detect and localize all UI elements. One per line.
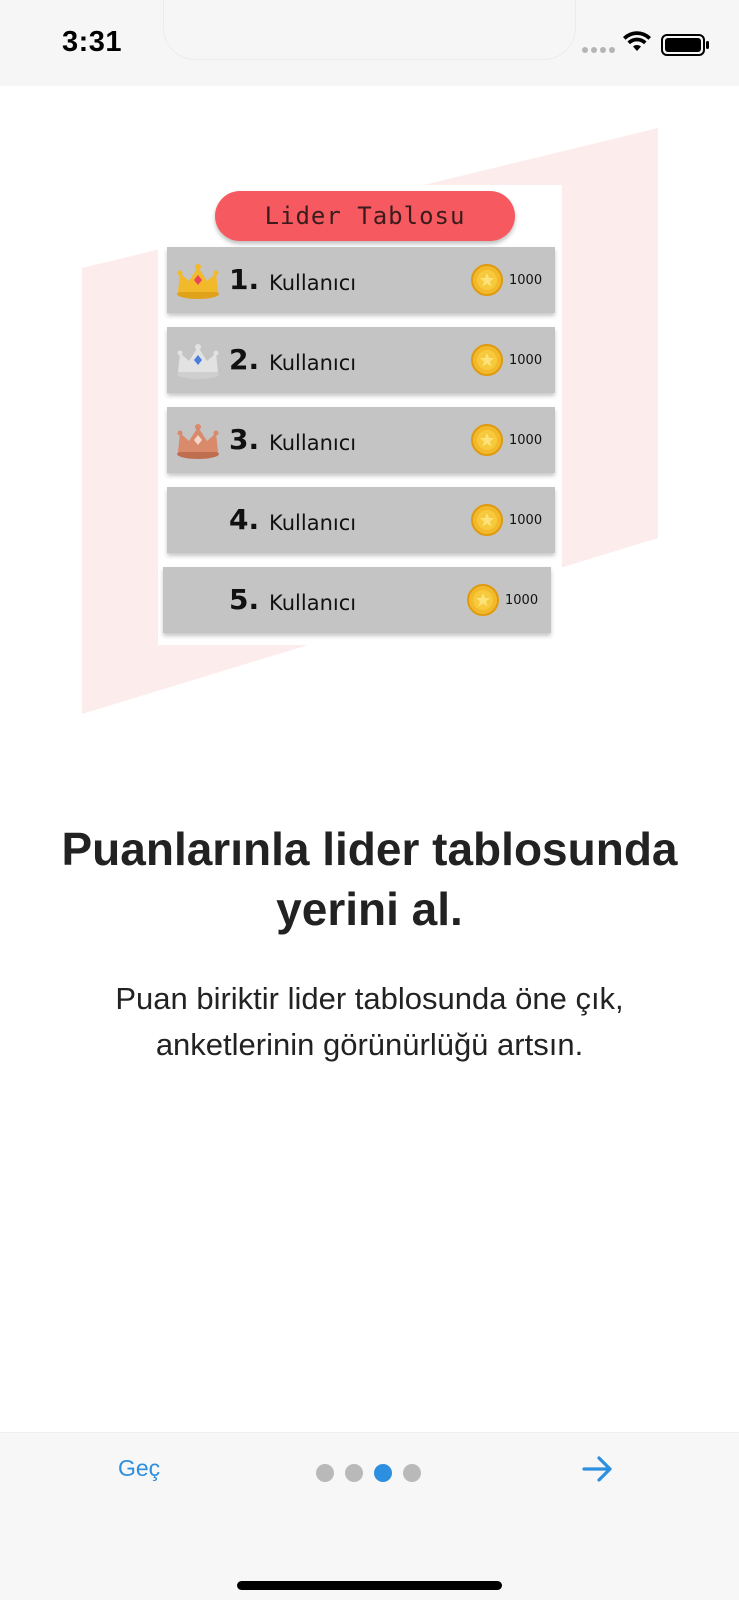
status-bar: 3:31: [0, 0, 739, 86]
user-name: Kullanıcı: [269, 271, 357, 295]
cellular-signal-icon: [582, 47, 615, 53]
leaderboard-illustration: Lider Tablosu 1. Kullanıcı 1000 2. Kulla…: [0, 86, 739, 726]
skip-button[interactable]: Geç: [118, 1455, 160, 1482]
page-dot[interactable]: [345, 1464, 363, 1482]
rank-number: 5.: [229, 583, 260, 616]
coin-icon: [471, 504, 503, 536]
page-dot-active[interactable]: [374, 1464, 392, 1482]
onboarding-headline: Puanlarınla lider tablosunda yerini al.: [61, 823, 678, 935]
page-dot[interactable]: [403, 1464, 421, 1482]
coin-icon: [471, 424, 503, 456]
score-value: 1000: [509, 273, 543, 288]
rank-number: 4.: [229, 503, 260, 536]
rank-number: 3.: [229, 423, 260, 456]
score-value: 1000: [509, 433, 543, 448]
onboarding-page: Lider Tablosu 1. Kullanıcı 1000 2. Kulla…: [0, 86, 739, 1432]
arrow-right-icon[interactable]: [580, 1451, 616, 1487]
home-indicator: [237, 1581, 502, 1590]
coin-icon: [471, 344, 503, 376]
page-dot[interactable]: [316, 1464, 334, 1482]
onboarding-description: Puan biriktir lider tablosunda öne çık, …: [115, 981, 624, 1062]
notch: [163, 0, 576, 60]
score-value: 1000: [509, 353, 543, 368]
leaderboard-row: 2. Kullanıcı 1000: [167, 327, 555, 393]
coin-icon: [467, 584, 499, 616]
rank-number: 1.: [229, 263, 260, 296]
score-value: 1000: [509, 513, 543, 528]
coin-icon: [471, 264, 503, 296]
gold-crown-icon: [177, 264, 219, 299]
user-name: Kullanıcı: [269, 511, 357, 535]
rank-number: 2.: [229, 343, 260, 376]
user-name: Kullanıcı: [269, 591, 357, 615]
battery-icon: [661, 34, 709, 56]
leaderboard-row: 4. Kullanıcı 1000: [167, 487, 555, 553]
leaderboard-title: Lider Tablosu: [215, 191, 515, 241]
bronze-crown-icon: [177, 424, 219, 459]
user-name: Kullanıcı: [269, 351, 357, 375]
leaderboard-row: 1. Kullanıcı 1000: [167, 247, 555, 313]
leaderboard-row: 3. Kullanıcı 1000: [167, 407, 555, 473]
status-time: 3:31: [62, 26, 123, 58]
user-name: Kullanıcı: [269, 431, 357, 455]
silver-crown-icon: [177, 344, 219, 379]
score-value: 1000: [505, 593, 539, 608]
leaderboard-row: 5. Kullanıcı 1000: [163, 567, 551, 633]
page-indicator: [316, 1464, 421, 1482]
leaderboard-card: Lider Tablosu 1. Kullanıcı 1000 2. Kulla…: [158, 185, 562, 645]
onboarding-nav-bar: Geç: [0, 1432, 739, 1600]
wifi-icon: [623, 31, 651, 51]
